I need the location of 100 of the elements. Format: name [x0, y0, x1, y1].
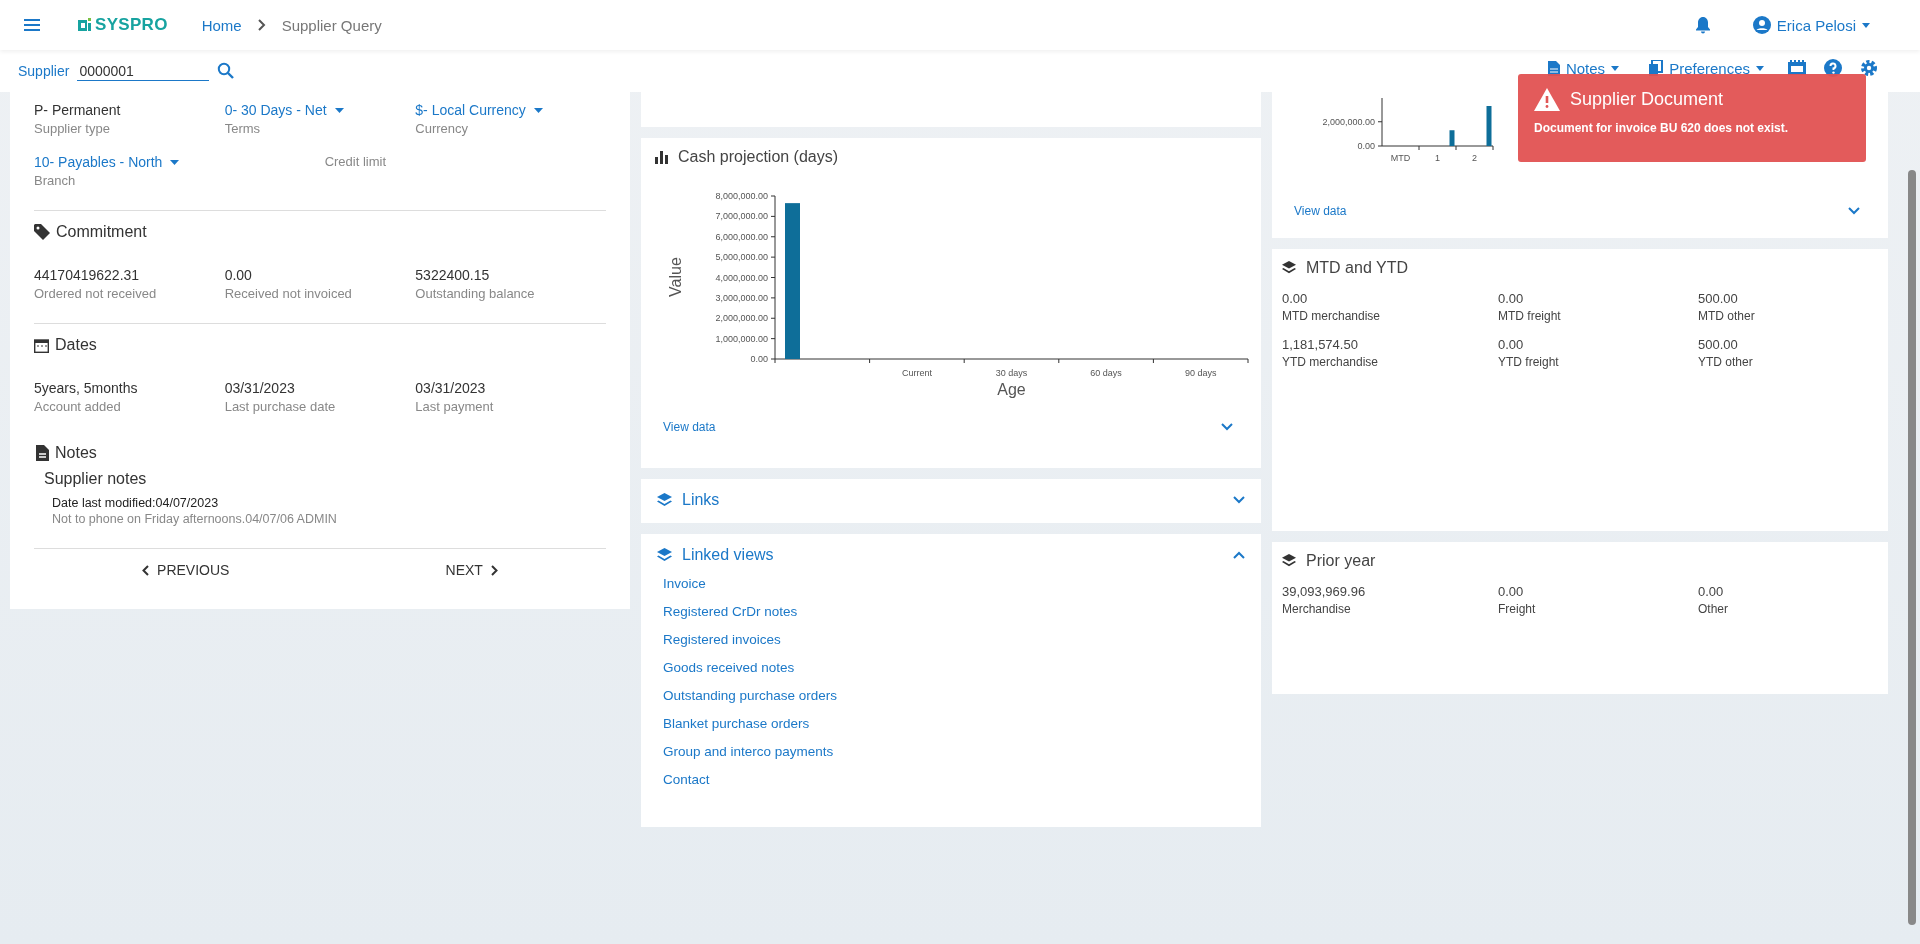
previous-button[interactable]: PREVIOUS — [136, 561, 236, 579]
linked-view-link[interactable]: Outstanding purchase orders — [663, 688, 838, 703]
tick-label: Current — [901, 368, 932, 378]
panel-title[interactable]: Linked views — [682, 546, 774, 564]
linked-view-link[interactable]: Blanket purchase orders — [663, 716, 810, 731]
layers-icon — [1282, 261, 1296, 275]
stat-value: 500.00 — [1698, 337, 1738, 352]
notes-text: Not to phone on Friday afternoons.04/07/06 ADMIN — [52, 512, 338, 526]
user-menu[interactable]: Erica Pelosi — [1746, 15, 1876, 35]
tick-label: 90 days — [1184, 368, 1217, 378]
field-label: Last payment — [415, 399, 494, 414]
axis-title: Value — [667, 257, 684, 297]
section-title: Commitment — [56, 223, 147, 241]
view-data-link[interactable]: View data — [1294, 204, 1347, 218]
scrollbar[interactable] — [1908, 170, 1916, 925]
panel-title[interactable]: Links — [682, 491, 720, 509]
chevron-up-icon[interactable] — [1233, 551, 1245, 559]
dropdown[interactable]: 10- Payables - North — [34, 154, 180, 170]
stat-label: MTD merchandise — [1282, 309, 1381, 323]
axis-title: Age — [997, 381, 1026, 398]
stat-value: 0.00 — [1498, 291, 1524, 306]
tick-label: 2,000,000.00 — [715, 313, 768, 324]
layers-icon — [1282, 554, 1296, 568]
card-title: Cash projection (days) — [678, 148, 839, 166]
next-button[interactable]: NEXT — [439, 561, 504, 579]
search-icon[interactable] — [217, 62, 236, 80]
field-label: Currency — [415, 121, 469, 136]
card-title: MTD and YTD — [1306, 259, 1408, 277]
layers-icon — [657, 547, 672, 563]
y-axis — [1377, 98, 1383, 147]
document-icon — [36, 445, 49, 461]
field-label: Terms — [224, 121, 261, 136]
chevron-left-icon — [142, 564, 150, 576]
chevron-right-icon — [490, 564, 498, 576]
breadcrumb-link[interactable]: Home — [201, 16, 242, 34]
section-title: Notes — [55, 444, 97, 462]
linked-view-link[interactable]: Registered CrDr notes — [663, 604, 798, 619]
stat-label: Freight — [1498, 602, 1536, 616]
toolbar-menu[interactable]: Preferences — [1643, 58, 1770, 78]
supplier-field[interactable]: 0000001 — [77, 61, 210, 81]
dropdown[interactable]: 0- 30 Days - Net — [224, 102, 344, 118]
menu-icon[interactable] — [22, 17, 42, 33]
card-title: Prior year — [1306, 552, 1376, 570]
field-label: Credit limit — [324, 154, 387, 169]
linked-view-link[interactable]: Invoice — [663, 576, 706, 591]
bar — [1449, 130, 1455, 146]
chevron-down-icon[interactable] — [1233, 496, 1245, 504]
stat-label: YTD other — [1698, 355, 1753, 369]
caret-icon — [1756, 65, 1764, 71]
stat-value: 0.00 — [1282, 291, 1308, 306]
stat-label: YTD freight — [1498, 355, 1559, 369]
view-data-link[interactable]: View data — [663, 420, 716, 434]
linked-view-link[interactable]: Group and interco payments — [663, 744, 834, 759]
field-value: 5322400.15 — [415, 267, 490, 283]
caret-icon — [1611, 65, 1620, 71]
breadcrumb-current: Supplier Query — [281, 16, 382, 34]
caret-icon — [1862, 22, 1870, 28]
notes-subtitle: Supplier notes — [44, 470, 148, 488]
bar — [1486, 106, 1492, 146]
field-label: Received not invoiced — [224, 286, 352, 301]
stat-label: MTD freight — [1498, 309, 1561, 323]
bell-icon[interactable] — [1694, 16, 1711, 34]
user-avatar-icon — [1752, 16, 1771, 34]
field-label: Outstanding balance — [415, 286, 535, 301]
field-label: Account added — [34, 399, 121, 414]
field-value: 44170419622.31 — [34, 267, 140, 283]
tick-label: 0.00 — [1357, 141, 1375, 151]
tick-label: 2 — [1472, 153, 1477, 163]
toast-title: Supplier Document — [1570, 89, 1724, 110]
dropdown[interactable]: $- Local Currency — [415, 102, 543, 118]
field-label: Branch — [34, 173, 76, 188]
tick-label: 3,000,000.00 — [715, 292, 768, 303]
stat-label: MTD other — [1698, 309, 1755, 323]
field-value: 5years, 5months — [34, 380, 138, 396]
field-value: 03/31/2023 — [224, 380, 295, 396]
tag-icon — [34, 224, 50, 240]
field-value: 0.00 — [224, 267, 252, 283]
stat-value: 0.00 — [1698, 584, 1724, 599]
tick-label: MTD — [1390, 153, 1411, 163]
field-value: P- Permanent — [34, 102, 121, 118]
tick-label: 1,000,000.00 — [715, 333, 768, 344]
tick-label: 7,000,000.00 — [715, 211, 768, 222]
tick-label: 2,000,000.00 — [1322, 116, 1375, 127]
logo-text: SYSPRO — [95, 15, 168, 35]
chevron-down-icon[interactable] — [1221, 423, 1233, 431]
linked-view-link[interactable]: Contact — [663, 772, 710, 787]
stat-label: Other — [1698, 602, 1728, 616]
stat-value: 500.00 — [1698, 291, 1738, 306]
tick-label: 5,000,000.00 — [715, 252, 768, 263]
tick-label: 1 — [1435, 153, 1440, 163]
stat-value: 0.00 — [1498, 584, 1524, 599]
field-label: Last purchase date — [224, 399, 336, 414]
settings-icon[interactable] — [1860, 59, 1878, 77]
linked-view-link[interactable]: Goods received notes — [663, 660, 795, 675]
caret-icon — [334, 107, 344, 113]
notes-modified: Date last modified:04/07/2023 — [52, 496, 220, 510]
search-label: Supplier — [18, 63, 70, 79]
linked-view-link[interactable]: Registered invoices — [663, 632, 781, 647]
chevron-down-icon[interactable] — [1848, 207, 1860, 215]
chevron-right-icon — [257, 19, 266, 31]
